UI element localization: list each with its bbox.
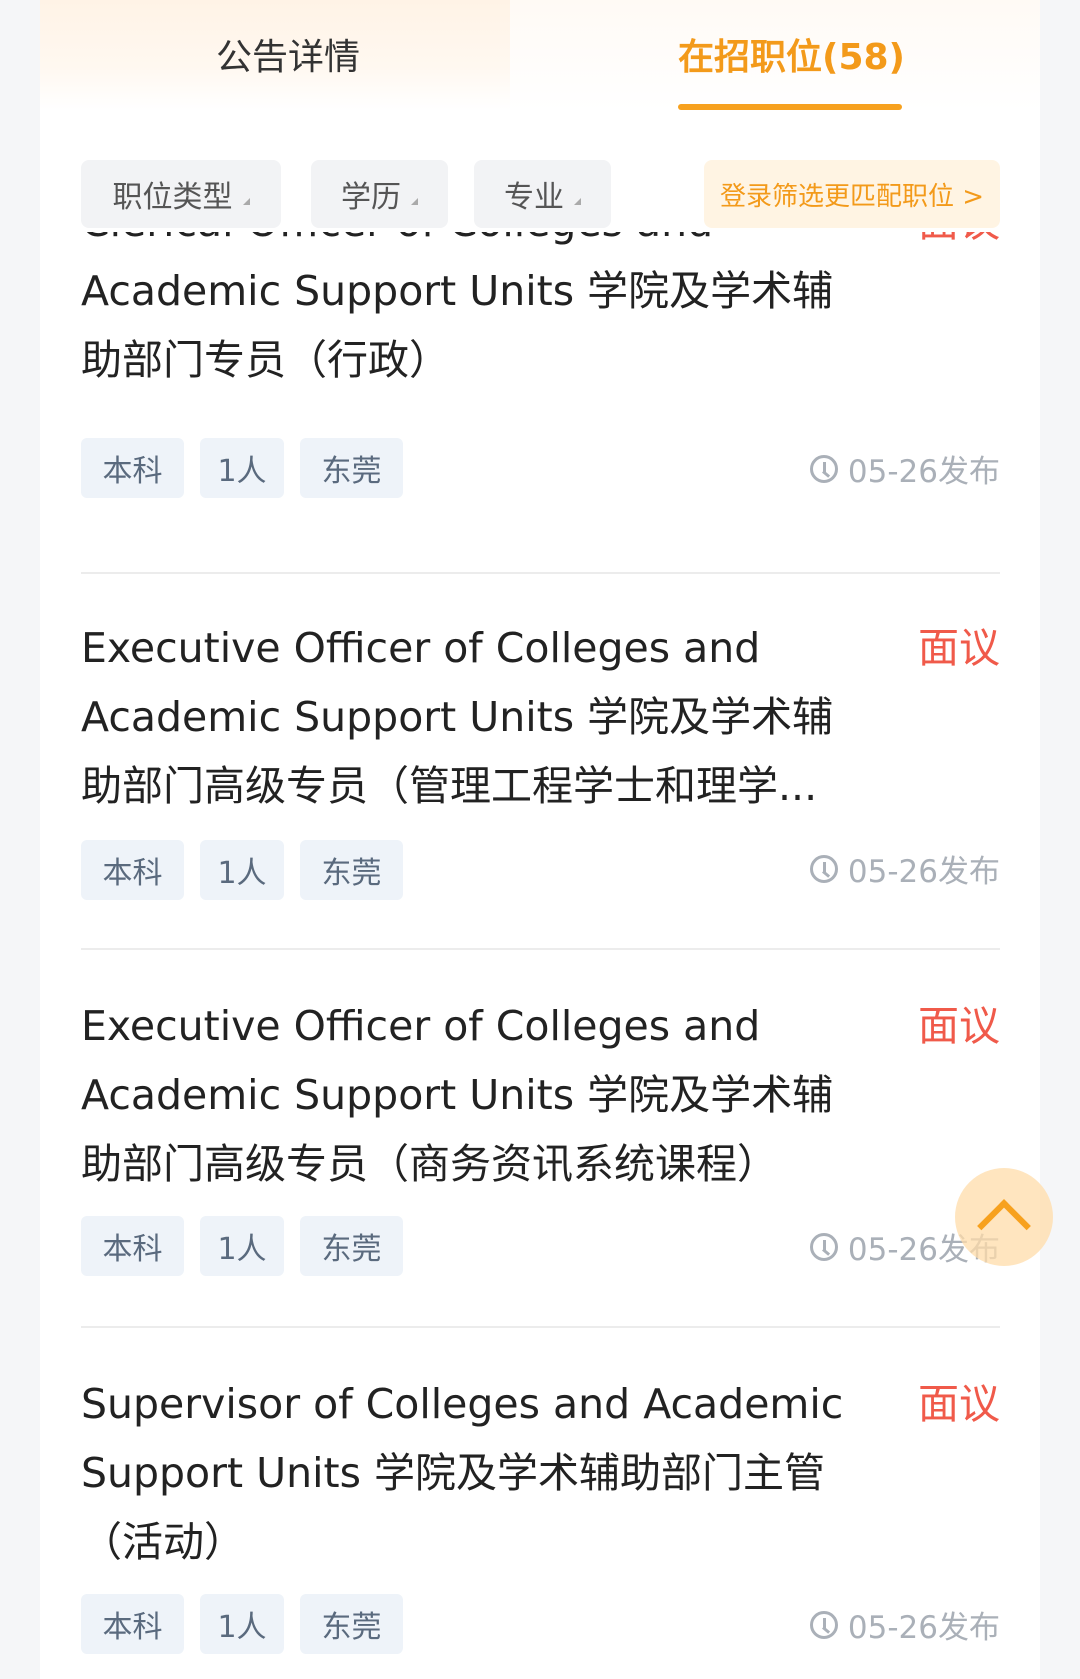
tag-education: 本科: [81, 438, 184, 498]
tab-open-positions[interactable]: 在招职位(58): [678, 36, 905, 80]
tag-location: 东莞: [300, 438, 403, 498]
job-title: Executive Officer of Colleges and Academ…: [81, 624, 834, 810]
active-tab-indicator: [678, 104, 902, 110]
job-tags: 本科 1人 东莞: [81, 1216, 403, 1276]
divider: [81, 572, 1000, 574]
job-salary: 面议: [918, 624, 1000, 672]
job-listing-card: 公告详情 在招职位(58) 职位类型 学历 专业 登录筛选更匹配职位 > Cle…: [40, 0, 1040, 1679]
filter-label: 专业: [504, 180, 564, 215]
chevron-up-icon: [977, 1199, 1031, 1253]
job-date: 05-26发布: [809, 1602, 1000, 1647]
job-tags: 本科 1人 东莞: [81, 438, 403, 498]
job-tags: 本科 1人 东莞: [81, 840, 403, 900]
job-date-text: 05-26发布: [847, 1610, 1000, 1646]
triangle-down-icon: [574, 197, 581, 205]
tag-location: 东莞: [300, 1594, 403, 1654]
job-date-text: 05-26发布: [847, 854, 1000, 890]
triangle-down-icon: [411, 197, 418, 205]
clock-icon: [809, 854, 838, 883]
job-date-text: 05-26发布: [847, 454, 1000, 490]
clock-icon: [809, 1232, 838, 1261]
clock-icon: [809, 1610, 838, 1639]
job-salary: 面议: [918, 1380, 1000, 1428]
job-date: 05-26发布: [809, 846, 1000, 891]
job-date: 05-26发布: [809, 446, 1000, 491]
job-salary: 面议: [918, 232, 1000, 257]
divider: [81, 948, 1000, 950]
job-list: Clerical Officer of Colleges and Academi…: [40, 232, 1040, 1679]
job-title: Clerical Officer of Colleges and Academi…: [81, 232, 834, 384]
tag-headcount: 1人: [200, 438, 284, 498]
tag-education: 本科: [81, 840, 184, 900]
filter-label: 职位类型: [112, 180, 233, 215]
back-to-top-button[interactable]: [955, 1168, 1053, 1266]
job-salary: 面议: [918, 1002, 1000, 1050]
job-title: Executive Officer of Colleges and Academ…: [81, 1002, 834, 1188]
login-filter-button[interactable]: 登录筛选更匹配职位 >: [704, 160, 1000, 228]
filter-major[interactable]: 专业: [474, 160, 611, 228]
tag-education: 本科: [81, 1594, 184, 1654]
tag-location: 东莞: [300, 1216, 403, 1276]
tab-notice-details[interactable]: 公告详情: [216, 36, 360, 80]
tag-headcount: 1人: [200, 1216, 284, 1276]
clock-icon: [809, 454, 838, 483]
tag-headcount: 1人: [200, 1594, 284, 1654]
filter-education[interactable]: 学历: [311, 160, 448, 228]
job-title: Supervisor of Colleges and Academic Supp…: [81, 1380, 844, 1566]
tag-education: 本科: [81, 1216, 184, 1276]
triangle-down-icon: [242, 197, 250, 205]
filter-job-type[interactable]: 职位类型: [81, 160, 281, 228]
tag-location: 东莞: [300, 840, 403, 900]
filter-label: 学历: [341, 180, 401, 215]
divider: [81, 1326, 1000, 1328]
tag-headcount: 1人: [200, 840, 284, 900]
job-tags: 本科 1人 东莞: [81, 1594, 403, 1654]
